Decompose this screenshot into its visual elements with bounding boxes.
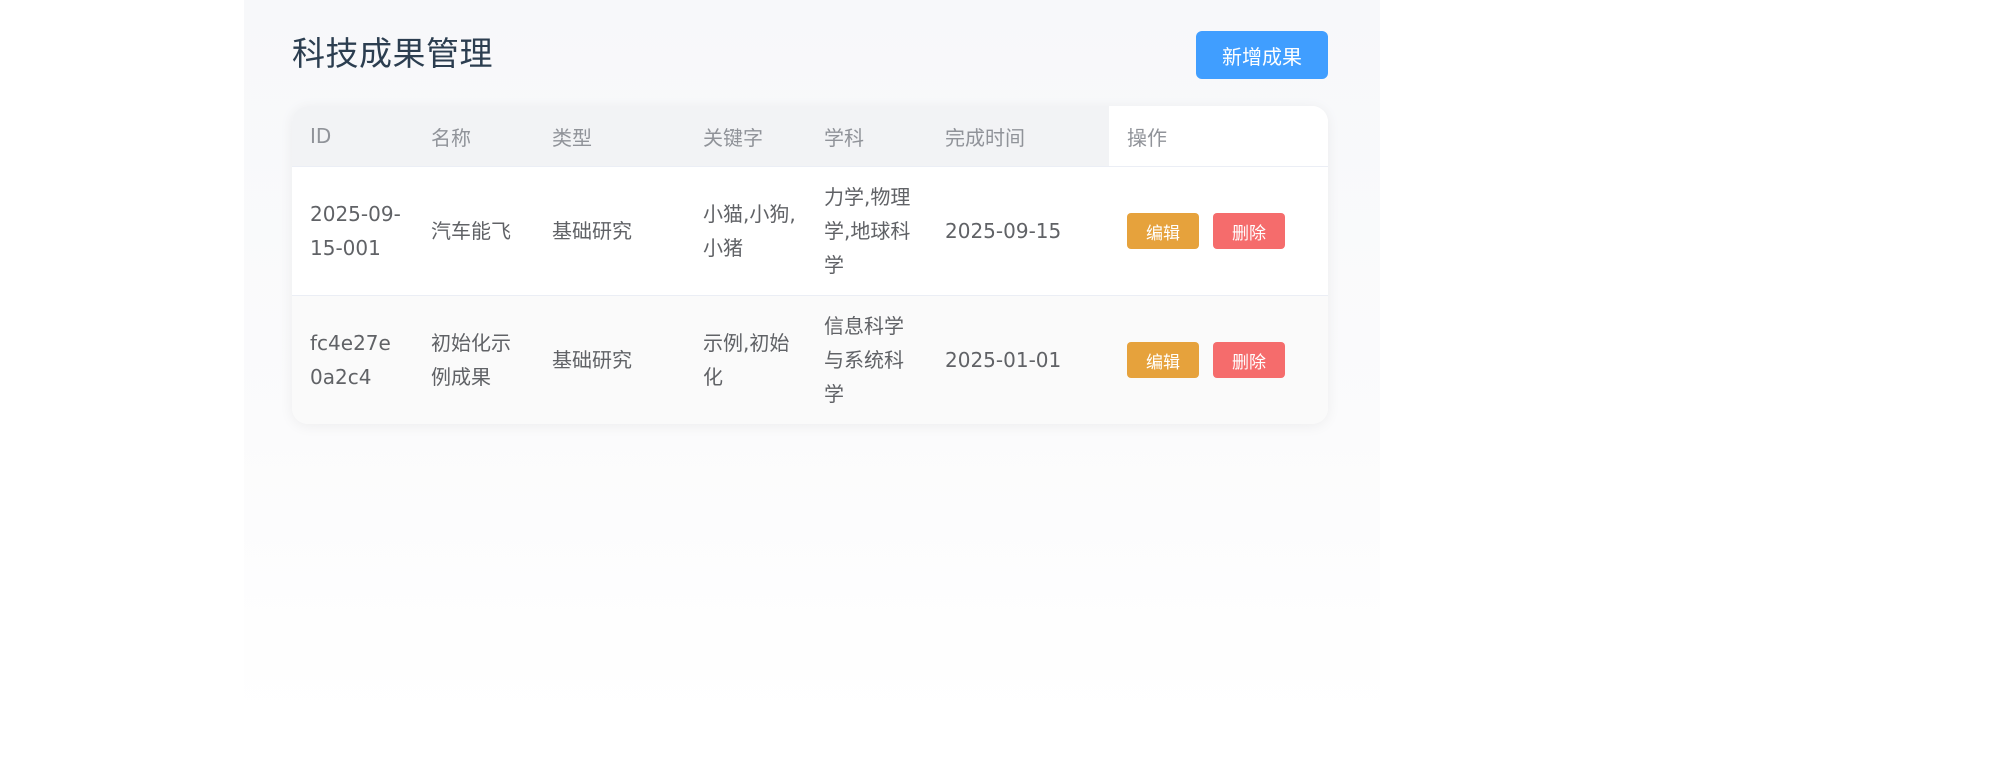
cell-actions: 编辑 删除 [1109, 166, 1328, 296]
table-header: ID 名称 类型 关键字 学科 完成时间 操作 [292, 106, 1328, 167]
cell-keywords: 小猫,小狗,小猪 [685, 166, 806, 296]
table-row: 2025-09-15-001 汽车能飞 基础研究 小猫,小狗,小猪 力学,物理学… [292, 166, 1328, 296]
cell-name: 初始化示例成果 [413, 295, 534, 424]
cell-type: 基础研究 [534, 166, 685, 296]
cell-id: 2025-09-15-001 [292, 166, 413, 296]
column-header-date: 完成时间 [927, 106, 1109, 167]
page-header: 科技成果管理 新增成果 [292, 0, 1328, 106]
column-header-id: ID [292, 106, 413, 167]
delete-button[interactable]: 删除 [1213, 342, 1285, 379]
main-content: 科技成果管理 新增成果 ID 名称 类型 关键字 学科 完成时间 操作 2025… [292, 0, 1328, 424]
table-row: fc4e27e0a2c4 初始化示例成果 基础研究 示例,初始化 信息科学与系统… [292, 295, 1328, 424]
cell-id: fc4e27e0a2c4 [292, 295, 413, 424]
cell-type: 基础研究 [534, 295, 685, 424]
column-header-actions: 操作 [1109, 106, 1328, 167]
column-header-keywords: 关键字 [685, 106, 806, 167]
cell-date: 2025-09-15 [927, 166, 1109, 296]
cell-date: 2025-01-01 [927, 295, 1109, 424]
delete-button[interactable]: 删除 [1213, 213, 1285, 250]
column-header-type: 类型 [534, 106, 685, 167]
cell-keywords: 示例,初始化 [685, 295, 806, 424]
cell-name: 汽车能飞 [413, 166, 534, 296]
edit-button[interactable]: 编辑 [1127, 342, 1199, 379]
add-achievement-button[interactable]: 新增成果 [1196, 31, 1328, 79]
cell-actions: 编辑 删除 [1109, 295, 1328, 424]
page-title: 科技成果管理 [292, 34, 493, 73]
achievements-table: ID 名称 类型 关键字 学科 完成时间 操作 2025-09-15-001 汽… [292, 106, 1328, 424]
column-header-name: 名称 [413, 106, 534, 167]
cell-subject: 力学,物理学,地球科学 [806, 166, 927, 296]
edit-button[interactable]: 编辑 [1127, 213, 1199, 250]
cell-subject: 信息科学与系统科学 [806, 295, 927, 424]
column-header-subject: 学科 [806, 106, 927, 167]
